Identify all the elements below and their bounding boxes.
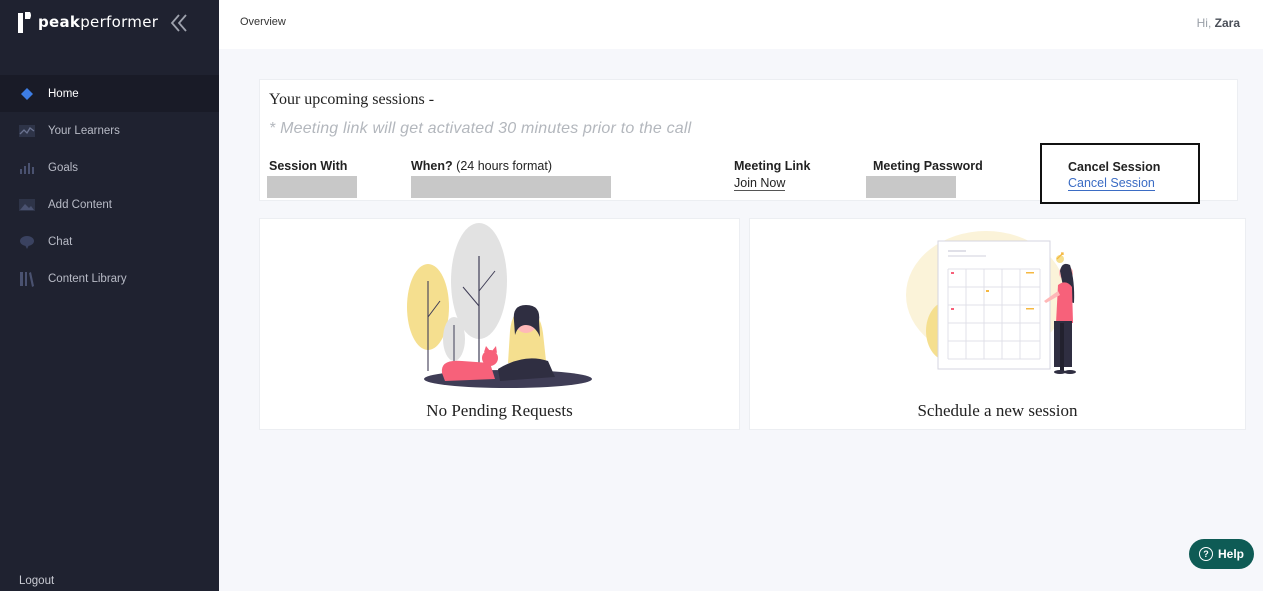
sidebar-item-label: Goals (48, 161, 79, 174)
logo-mark-icon (18, 12, 31, 33)
upcoming-sessions-card: Your upcoming sessions - * Meeting link … (259, 79, 1238, 204)
column-cancel-session: Cancel Session (1068, 160, 1161, 174)
greeting-text: Hi, (1196, 16, 1212, 30)
no-pending-requests-text: No Pending Requests (426, 401, 573, 420)
column-meeting-link: Meeting Link (734, 159, 811, 173)
top-bar: Overview Hi, Zara (219, 0, 1263, 49)
breadcrumb: Overview (240, 16, 286, 28)
redacted-session-with (267, 176, 357, 198)
sidebar-item-label: Chat (48, 235, 73, 248)
cancel-session-cell: Cancel Session Cancel Session (1040, 143, 1200, 204)
sessions-title: Your upcoming sessions - (269, 91, 435, 108)
sidebar-item-goals[interactable]: Goals (0, 149, 219, 186)
sidebar-item-label: Your Learners (48, 124, 120, 137)
sessions-note: * Meeting link will get activated 30 min… (269, 120, 692, 137)
pending-requests-card: No Pending Requests (259, 218, 740, 430)
column-meeting-password: Meeting Password (873, 159, 983, 173)
sidebar-item-chat[interactable]: Chat (0, 223, 219, 260)
diamond-icon (19, 86, 35, 102)
brand-logo[interactable]: peakperformer (18, 10, 158, 34)
column-when: When? (24 hours format) (411, 159, 553, 173)
image-icon (19, 197, 35, 213)
sidebar-item-content-library[interactable]: Content Library (0, 260, 219, 297)
join-now-link[interactable]: Join Now (734, 177, 786, 191)
sidebar: peakperformer Home Your Learners Goals A… (0, 0, 219, 591)
chat-icon (19, 234, 35, 250)
calendar-illustration (906, 231, 1076, 374)
sidebar-item-add-content[interactable]: Add Content (0, 186, 219, 223)
sidebar-item-home[interactable]: Home (0, 75, 219, 112)
logout-link[interactable]: Logout (19, 575, 54, 587)
sidebar-item-label: Add Content (48, 198, 112, 211)
help-button[interactable]: ? Help (1189, 539, 1254, 569)
bars-icon (19, 160, 35, 176)
schedule-new-session-text: Schedule a new session (917, 401, 1078, 420)
woman-with-cat-illustration (407, 223, 592, 388)
redacted-session-time (411, 176, 611, 198)
column-session-with: Session With (269, 159, 348, 173)
user-greeting[interactable]: Hi, Zara (1197, 16, 1240, 30)
chart-icon (19, 123, 35, 139)
schedule-session-card[interactable]: Schedule a new session (749, 218, 1246, 430)
library-icon (19, 271, 35, 287)
question-icon: ? (1198, 547, 1213, 561)
redacted-meeting-password (866, 176, 956, 198)
sidebar-nav: Home Your Learners Goals Add Content Cha… (0, 75, 219, 297)
sidebar-item-label: Content Library (48, 272, 127, 285)
help-label: Help (1217, 547, 1244, 561)
sidebar-item-your-learners[interactable]: Your Learners (0, 112, 219, 149)
sidebar-item-label: Home (48, 87, 79, 100)
user-name: Zara (1214, 16, 1240, 30)
collapse-sidebar-icon[interactable] (168, 12, 190, 34)
cancel-session-link[interactable]: Cancel Session (1068, 177, 1155, 191)
brand-name: peakperformer (38, 13, 159, 31)
